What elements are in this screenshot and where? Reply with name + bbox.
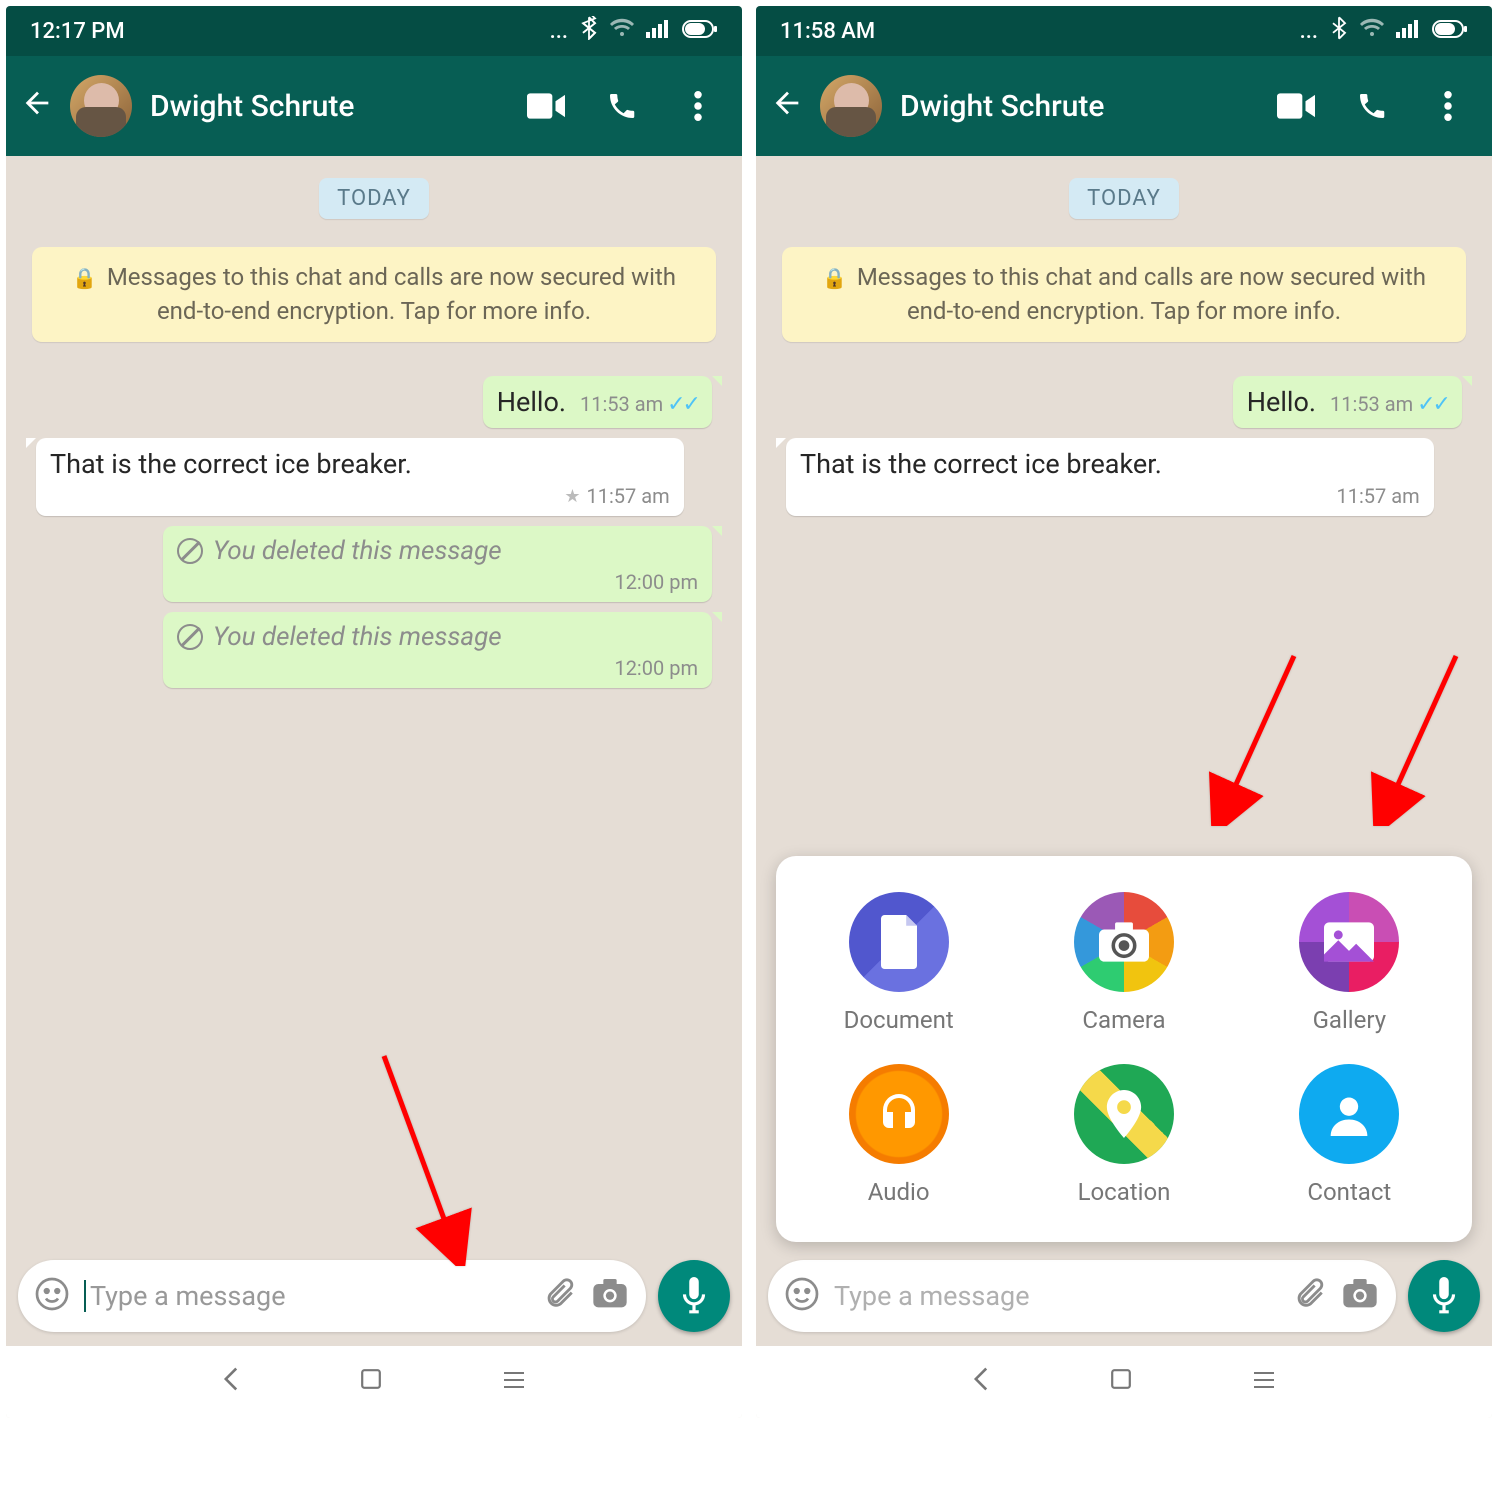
voice-call-button[interactable] — [602, 86, 642, 126]
message-time: 11:57 am — [1336, 484, 1419, 508]
attach-audio[interactable]: Audio — [796, 1064, 1001, 1206]
message-time: 12:00 pm — [614, 656, 698, 680]
message-time: 11:57 am — [586, 484, 669, 508]
encryption-notice[interactable]: 🔒 Messages to this chat and calls are no… — [32, 247, 716, 342]
gallery-icon — [1299, 892, 1399, 992]
paperclip-icon[interactable] — [542, 1277, 576, 1315]
contact-icon — [1299, 1064, 1399, 1164]
read-ticks-icon: ✓✓ — [1417, 392, 1448, 417]
status-time: 12:17 PM — [30, 19, 125, 44]
star-icon: ★ — [564, 486, 580, 507]
battery-icon — [682, 19, 718, 44]
avatar[interactable] — [70, 75, 132, 137]
camera-icon — [1074, 892, 1174, 992]
message-input-box[interactable]: Type a message — [18, 1260, 646, 1332]
message-in[interactable]: That is the correct ice breaker. ★ 11:57… — [36, 438, 684, 516]
nav-home-icon[interactable] — [360, 1367, 382, 1397]
message-input-box[interactable]: Type a message — [768, 1260, 1396, 1332]
bluetooth-icon — [1330, 16, 1348, 46]
video-call-button[interactable] — [526, 86, 566, 126]
deleted-message[interactable]: You deleted this message 12:00 pm — [163, 526, 712, 602]
back-button[interactable] — [20, 83, 54, 130]
menu-button[interactable] — [678, 86, 718, 126]
message-out[interactable]: Hello. 11:53 am ✓✓ — [483, 376, 712, 428]
voice-call-button[interactable] — [1352, 86, 1392, 126]
nav-home-icon[interactable] — [1110, 1367, 1132, 1397]
wifi-icon — [610, 18, 634, 44]
annotation-arrow — [374, 1046, 494, 1270]
camera-icon[interactable] — [590, 1274, 630, 1318]
message-time: 11:53 am — [1330, 392, 1413, 416]
prohibited-icon — [177, 624, 203, 650]
more-icon: ... — [550, 19, 568, 44]
battery-icon — [1432, 19, 1468, 44]
read-ticks-icon: ✓✓ — [667, 392, 698, 417]
android-nav-bar — [756, 1346, 1492, 1418]
wifi-icon — [1360, 18, 1384, 44]
nav-back-icon[interactable] — [222, 1366, 240, 1399]
date-pill: TODAY — [319, 178, 429, 219]
avatar[interactable] — [820, 75, 882, 137]
android-nav-bar — [6, 1346, 742, 1418]
signal-icon — [1396, 18, 1420, 44]
camera-icon[interactable] — [1340, 1274, 1380, 1318]
date-pill: TODAY — [1069, 178, 1179, 219]
deleted-message[interactable]: You deleted this message 12:00 pm — [163, 612, 712, 688]
message-text: That is the correct ice breaker. — [50, 448, 412, 480]
document-icon — [849, 892, 949, 992]
mic-button[interactable] — [1408, 1260, 1480, 1332]
phone-screenshot-left: 12:17 PM ... Dwight Schrute — [6, 6, 742, 1418]
message-time: 11:53 am — [580, 392, 663, 416]
message-input[interactable]: Type a message — [834, 1280, 1278, 1312]
message-text: That is the correct ice breaker. — [800, 448, 1162, 480]
status-bar: 11:58 AM ... — [756, 6, 1492, 56]
nav-recent-icon[interactable] — [1252, 1367, 1276, 1397]
attach-document[interactable]: Document — [796, 892, 1001, 1034]
menu-button[interactable] — [1428, 86, 1468, 126]
annotation-arrow — [1356, 646, 1476, 830]
attach-camera[interactable]: Camera — [1021, 892, 1226, 1034]
message-in[interactable]: That is the correct ice breaker. 11:57 a… — [786, 438, 1434, 516]
prohibited-icon — [177, 538, 203, 564]
more-icon: ... — [1300, 19, 1318, 44]
input-row: Type a message — [756, 1246, 1492, 1346]
signal-icon — [646, 18, 670, 44]
app-bar: Dwight Schrute — [756, 56, 1492, 156]
location-icon — [1074, 1064, 1174, 1164]
status-icons: ... — [550, 16, 718, 46]
phone-screenshot-right: 11:58 AM ... Dwight Schrute TODAY 🔒 Mess… — [756, 6, 1492, 1418]
app-bar: Dwight Schrute — [6, 56, 742, 156]
message-input[interactable]: Type a message — [84, 1280, 528, 1312]
status-bar: 12:17 PM ... — [6, 6, 742, 56]
attachment-panel: Document Camera Gallery Audio Location C… — [776, 856, 1472, 1242]
bluetooth-icon — [580, 16, 598, 46]
lock-icon: 🔒 — [822, 266, 847, 290]
message-time: 12:00 pm — [614, 570, 698, 594]
status-icons: ... — [1300, 16, 1468, 46]
message-out[interactable]: Hello. 11:53 am ✓✓ — [1233, 376, 1462, 428]
encryption-notice[interactable]: 🔒 Messages to this chat and calls are no… — [782, 247, 1466, 342]
video-call-button[interactable] — [1276, 86, 1316, 126]
nav-recent-icon[interactable] — [502, 1367, 526, 1397]
back-button[interactable] — [770, 83, 804, 130]
message-text: Hello. — [497, 386, 566, 418]
attach-contact[interactable]: Contact — [1247, 1064, 1452, 1206]
annotation-arrow — [1194, 646, 1314, 830]
contact-name[interactable]: Dwight Schrute — [150, 89, 500, 124]
nav-back-icon[interactable] — [972, 1366, 990, 1399]
emoji-icon[interactable] — [784, 1276, 820, 1316]
mic-button[interactable] — [658, 1260, 730, 1332]
lock-icon: 🔒 — [72, 266, 97, 290]
paperclip-icon[interactable] — [1292, 1277, 1326, 1315]
emoji-icon[interactable] — [34, 1276, 70, 1316]
attach-gallery[interactable]: Gallery — [1247, 892, 1452, 1034]
message-text: Hello. — [1247, 386, 1316, 418]
audio-icon — [849, 1064, 949, 1164]
attach-location[interactable]: Location — [1021, 1064, 1226, 1206]
status-time: 11:58 AM — [780, 19, 875, 44]
contact-name[interactable]: Dwight Schrute — [900, 89, 1250, 124]
